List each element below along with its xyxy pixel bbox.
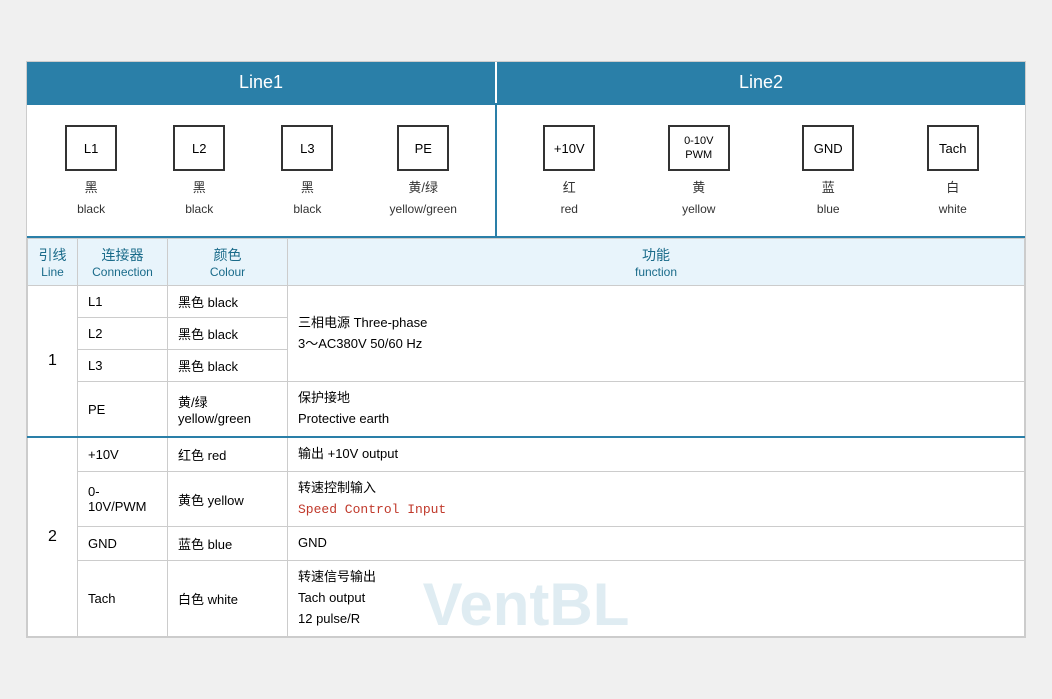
th-colour: 颜色 Colour — [168, 239, 288, 286]
table-row: 2 +10V 红色 red 输出 +10V output — [28, 437, 1025, 471]
connector-cn-10V: 红 — [563, 177, 576, 196]
th-function-cn: 功能 — [298, 245, 1014, 265]
connector-L2: L2 黑 black — [173, 125, 225, 216]
th-line-en: Line — [38, 265, 67, 279]
connector-PE: PE 黄/绿 yellow/green — [390, 125, 457, 216]
row2-colour-PWM: 黄色 yellow — [168, 471, 288, 527]
header-line2: Line2 — [497, 62, 1025, 103]
row2-colour-GND: 蓝色 blue — [168, 527, 288, 561]
row2-connection-Tach: Tach — [78, 561, 168, 636]
connector-box-Tach: Tach — [927, 125, 979, 171]
table-row: Tach 白色 white 转速信号输出 Tach output 12 puls… — [28, 561, 1025, 636]
row1-function-PE: 保护接地 Protective earth — [288, 382, 1025, 437]
table-row: 1 L1 黑色 black 三相电源 Three-phase 3～AC380V … — [28, 286, 1025, 318]
connector-box-L1: L1 — [65, 125, 117, 171]
connector-GND: GND 蓝 blue — [802, 125, 854, 216]
connector-box-PE: PE — [397, 125, 449, 171]
table-row: 0-10V/PWM 黄色 yellow 转速控制输入 Speed Control… — [28, 471, 1025, 527]
connector-en-Tach: white — [939, 202, 967, 216]
th-connection: 连接器 Connection — [78, 239, 168, 286]
group-1-line: 1 — [28, 286, 78, 437]
row1-connection-PE: PE — [78, 382, 168, 437]
group-2-line: 2 — [28, 437, 78, 636]
th-function-en: function — [298, 265, 1014, 279]
header-row: Line1 Line2 — [27, 62, 1025, 105]
connector-box-L3: L3 — [281, 125, 333, 171]
th-line-cn: 引线 — [38, 245, 67, 265]
connector-en-L1: black — [77, 202, 105, 216]
row2-connection-10V: +10V — [78, 437, 168, 471]
row1-colour-L2: 黑色 black — [168, 318, 288, 350]
diagram-row: L1 黑 black L2 黑 black L3 黑 black PE 黄/绿 … — [27, 105, 1025, 238]
row1-colour-L1: 黑色 black — [168, 286, 288, 318]
connector-PWM: 0-10VPWM 黄 yellow — [668, 125, 730, 216]
th-line: 引线 Line — [28, 239, 78, 286]
row2-colour-10V: 红色 red — [168, 437, 288, 471]
connector-en-PWM: yellow — [682, 202, 715, 216]
connector-box-10V: +10V — [543, 125, 595, 171]
connector-cn-L2: 黑 — [193, 177, 206, 196]
connector-Tach: Tach 白 white — [927, 125, 979, 216]
row2-function-10V: 输出 +10V output — [288, 437, 1025, 471]
connector-10V: +10V 红 red — [543, 125, 595, 216]
connector-box-PWM: 0-10VPWM — [668, 125, 730, 171]
row2-function-GND: GND — [288, 527, 1025, 561]
connector-L3: L3 黑 black — [281, 125, 333, 216]
connector-cn-L1: 黑 — [85, 177, 98, 196]
header-line1: Line1 — [27, 62, 497, 103]
row2-function-Tach: 转速信号输出 Tach output 12 pulse/R — [288, 561, 1025, 636]
connector-box-GND: GND — [802, 125, 854, 171]
connector-en-L3: black — [293, 202, 321, 216]
data-table: 引线 Line 连接器 Connection 颜色 Colour 功能 func… — [27, 238, 1025, 636]
connector-cn-PE: 黄/绿 — [408, 177, 438, 196]
connector-en-L2: black — [185, 202, 213, 216]
row1-connection-L3: L3 — [78, 350, 168, 382]
connector-cn-GND: 蓝 — [822, 177, 835, 196]
diagram-line2: +10V 红 red 0-10VPWM 黄 yellow GND 蓝 blue … — [497, 105, 1025, 236]
connector-cn-PWM: 黄 — [692, 177, 705, 196]
connector-en-PE: yellow/green — [390, 202, 457, 216]
table-row: PE 黄/绿yellow/green 保护接地 Protective earth — [28, 382, 1025, 437]
row1-connection-L2: L2 — [78, 318, 168, 350]
table-row: GND 蓝色 blue GND — [28, 527, 1025, 561]
diagram-line1: L1 黑 black L2 黑 black L3 黑 black PE 黄/绿 … — [27, 105, 497, 236]
connector-cn-Tach: 白 — [946, 177, 959, 196]
connector-en-GND: blue — [817, 202, 840, 216]
row2-connection-GND: GND — [78, 527, 168, 561]
row2-colour-Tach: 白色 white — [168, 561, 288, 636]
row1-colour-PE: 黄/绿yellow/green — [168, 382, 288, 437]
connector-L1: L1 黑 black — [65, 125, 117, 216]
row2-function-PWM: 转速控制输入 Speed Control Input — [288, 471, 1025, 527]
th-function: 功能 function — [288, 239, 1025, 286]
row2-connection-PWM: 0-10V/PWM — [78, 471, 168, 527]
th-connection-en: Connection — [88, 265, 157, 279]
main-container: Line1 Line2 L1 黑 black L2 黑 black L3 黑 b… — [26, 61, 1026, 637]
th-colour-cn: 颜色 — [178, 245, 277, 265]
row1-colour-L3: 黑色 black — [168, 350, 288, 382]
connector-cn-L3: 黑 — [301, 177, 314, 196]
row1-function-L1: 三相电源 Three-phase 3～AC380V 50/60 Hz — [288, 286, 1025, 382]
th-connection-cn: 连接器 — [88, 245, 157, 265]
connector-box-L2: L2 — [173, 125, 225, 171]
row1-connection-L1: L1 — [78, 286, 168, 318]
th-colour-en: Colour — [178, 265, 277, 279]
connector-en-10V: red — [561, 202, 578, 216]
